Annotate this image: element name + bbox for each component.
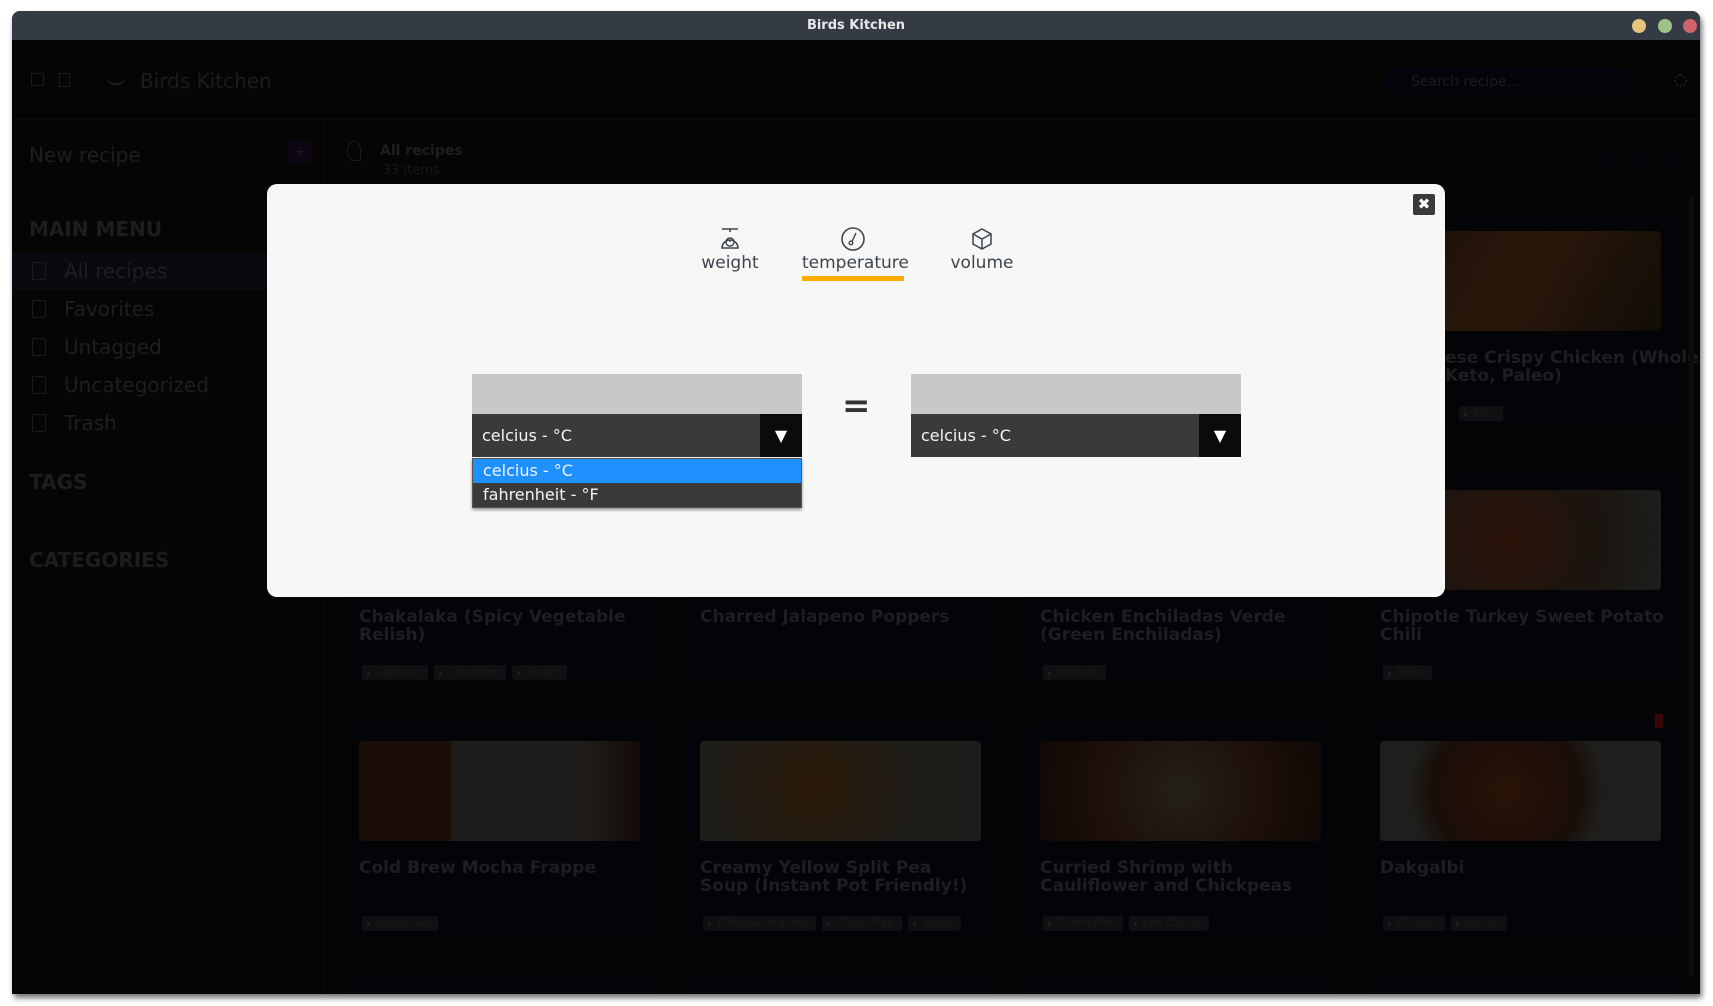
tab-weight[interactable]: weight bbox=[700, 226, 760, 273]
source-value-input[interactable] bbox=[472, 374, 802, 414]
cube-icon bbox=[972, 228, 992, 250]
tag[interactable]: Cabbage bbox=[362, 665, 429, 680]
tab-temperature[interactable]: temperature bbox=[802, 226, 909, 281]
target-value-input[interactable] bbox=[911, 374, 1241, 414]
recipe-card[interactable]: Creamy Yellow Split Pea Soup (Instant Po… bbox=[685, 721, 997, 937]
tag[interactable]: Vegan bbox=[907, 916, 961, 931]
recipe-title: Chicken Enchiladas Verde (Green Enchilad… bbox=[1040, 607, 1286, 645]
tag[interactable]: Korean bbox=[1450, 916, 1508, 931]
tag[interactable]: Keto bbox=[1459, 406, 1504, 421]
active-tab-indicator bbox=[802, 276, 904, 281]
tag[interactable]: Chicken bbox=[1383, 916, 1445, 931]
recipe-image bbox=[700, 741, 981, 841]
equals-sign: = bbox=[842, 386, 871, 426]
tab-label: temperature bbox=[802, 253, 909, 273]
main-menu-heading: MAIN MENU bbox=[29, 217, 163, 241]
tab-label: weight bbox=[701, 253, 759, 273]
bird-logo-icon bbox=[105, 73, 127, 85]
app-name: Birds Kitchen bbox=[140, 69, 272, 93]
tab-label: volume bbox=[950, 253, 1014, 273]
tag[interactable]: Paleo bbox=[1383, 665, 1432, 680]
header-divider bbox=[12, 119, 1700, 120]
recipe-title: Chakalaka (Spicy Vegetable Relish) bbox=[359, 607, 626, 645]
favorite-bookmark-icon[interactable] bbox=[1655, 714, 1663, 728]
recipe-title: Cold Brew Mocha Frappe bbox=[359, 858, 596, 878]
recipe-image bbox=[1040, 741, 1321, 841]
recipe-title: Chipotle Turkey Sweet Potato Chili bbox=[1380, 607, 1664, 645]
recipe-card[interactable] bbox=[344, 972, 656, 994]
close-dialog-button[interactable]: ✖ bbox=[1413, 194, 1435, 215]
tag[interactable]: Vegetarian bbox=[362, 916, 439, 931]
sidebar-item-label: Trash bbox=[64, 411, 117, 435]
sidebar-toggle-icon[interactable] bbox=[31, 73, 44, 86]
unit-dropdown-list: celcius - °C fahrenheit - °F bbox=[472, 458, 802, 508]
sidebar-item-label: Uncategorized bbox=[64, 373, 209, 397]
source-converter: celcius - °C ▼ celcius - °C fahrenheit - … bbox=[472, 374, 802, 508]
tag[interactable]: Low-Calorie bbox=[1129, 916, 1210, 931]
ghost-icon bbox=[32, 376, 46, 394]
recipe-image bbox=[1380, 741, 1661, 841]
tag[interactable]: Ginger bbox=[511, 665, 567, 680]
title-bar: Birds Kitchen bbox=[12, 11, 1700, 40]
search-input[interactable]: Search recipe... bbox=[1381, 67, 1635, 97]
tag[interactable]: Gluten-Free bbox=[1043, 916, 1124, 931]
dropdown-arrow-icon[interactable]: ▼ bbox=[760, 414, 802, 457]
recipe-title: Creamy Yellow Split Pea Soup (Instant Po… bbox=[700, 858, 968, 896]
recipe-image bbox=[359, 741, 640, 841]
recipe-card[interactable]: Curried Shrimp with Cauliflower and Chic… bbox=[1025, 721, 1337, 937]
source-unit-select[interactable]: celcius - °C ▼ bbox=[472, 414, 802, 457]
recipe-card[interactable]: Cold Brew Mocha Frappe Vegetarian bbox=[344, 721, 656, 937]
notes-icon[interactable] bbox=[59, 73, 70, 87]
list-count: 33 items bbox=[383, 163, 440, 178]
gauge-icon bbox=[841, 227, 865, 251]
close-window-button[interactable] bbox=[1683, 19, 1697, 33]
unit-converter-dialog: ✖ weight temperature volume celcius - °C… bbox=[267, 184, 1445, 597]
recipe-title: ese Crispy Chicken (Whole30, Keto, Paleo… bbox=[1445, 348, 1700, 386]
recipe-title: Curried Shrimp with Cauliflower and Chic… bbox=[1040, 858, 1293, 896]
scrollbar[interactable] bbox=[1689, 196, 1694, 976]
sidebar-item-label: All recipes bbox=[64, 259, 168, 283]
trash-icon bbox=[32, 414, 46, 432]
new-recipe-label[interactable]: New recipe bbox=[29, 143, 141, 167]
list-title: All recipes bbox=[380, 143, 463, 159]
recipe-title: Dakgalbi bbox=[1380, 858, 1465, 878]
tag[interactable]: Coriander bbox=[434, 665, 506, 680]
dropdown-arrow-icon[interactable]: ▼ bbox=[1199, 414, 1241, 457]
view-grid-button[interactable] bbox=[1657, 147, 1681, 171]
tags-heading: TAGS bbox=[29, 470, 88, 494]
selected-unit: celcius - °C bbox=[921, 426, 1011, 445]
ghost-icon bbox=[32, 338, 46, 356]
recipe-card[interactable]: Dakgalbi Chicken Korean bbox=[1365, 721, 1677, 937]
sidebar-item-label: Untagged bbox=[64, 335, 162, 359]
target-converter: celcius - °C ▼ bbox=[911, 374, 1241, 457]
tag[interactable]: Mexican bbox=[1043, 665, 1107, 680]
window-title: Birds Kitchen bbox=[806, 18, 906, 33]
app-window: Birds Kitchen Birds Kitchen Search recip… bbox=[12, 11, 1700, 994]
target-unit-select[interactable]: celcius - °C ▼ bbox=[911, 414, 1241, 457]
gear-icon[interactable] bbox=[1674, 74, 1687, 87]
tag[interactable]: Ethiopian-Inspired bbox=[703, 916, 816, 931]
view-detail-list-button[interactable] bbox=[1594, 147, 1618, 171]
categories-heading: CATEGORIES bbox=[29, 548, 170, 572]
drumstick-icon bbox=[32, 262, 46, 280]
maximize-button[interactable] bbox=[1658, 19, 1672, 33]
tag[interactable]: Gluten-Free bbox=[821, 916, 902, 931]
minimize-button[interactable] bbox=[1632, 19, 1646, 33]
recipe-title: Charred Jalapeno Poppers bbox=[700, 607, 950, 627]
sidebar-item-label: Favorites bbox=[64, 297, 155, 321]
view-list-button[interactable] bbox=[1626, 147, 1650, 171]
scale-icon bbox=[721, 228, 739, 249]
dropdown-option-fahrenheit[interactable]: fahrenheit - °F bbox=[473, 483, 801, 507]
recipe-card[interactable] bbox=[1365, 972, 1677, 994]
tab-volume[interactable]: volume bbox=[947, 226, 1017, 273]
selected-unit: celcius - °C bbox=[482, 426, 572, 445]
bookmark-icon bbox=[32, 300, 46, 318]
recipe-card[interactable] bbox=[685, 972, 997, 994]
drumstick-icon bbox=[347, 141, 361, 161]
dropdown-option-celcius[interactable]: celcius - °C bbox=[473, 459, 801, 483]
add-recipe-button[interactable]: + bbox=[287, 139, 313, 165]
recipe-card[interactable] bbox=[1025, 972, 1337, 994]
